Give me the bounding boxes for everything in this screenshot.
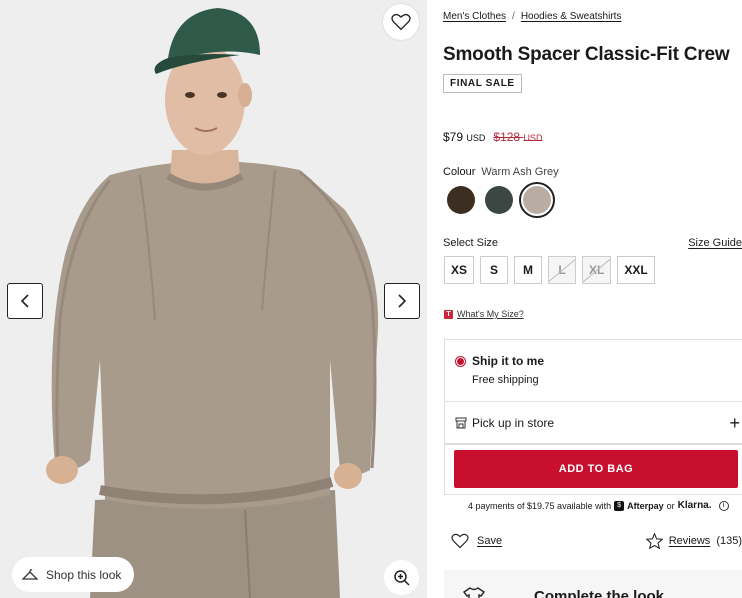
payment-text: 4 payments of $19.75 available with: [468, 500, 612, 511]
swatch-dark-green[interactable]: [485, 186, 513, 214]
ship-option[interactable]: Ship it to me Free shipping: [445, 340, 742, 402]
pickup-option[interactable]: Pick up in store +: [445, 402, 742, 444]
swatch-brown[interactable]: [447, 186, 475, 214]
size-xl[interactable]: XL: [582, 256, 612, 284]
heart-icon: [391, 13, 411, 31]
colour-label: Colour: [443, 166, 476, 178]
breadcrumb-link-hoodies[interactable]: Hoodies & Sweatshirts: [521, 11, 622, 22]
store-icon: [455, 417, 467, 429]
price-original: $128 USD: [493, 130, 543, 144]
select-size-label: Select Size: [443, 237, 499, 249]
afterpay-label: Afterpay: [627, 500, 664, 511]
heart-icon: [451, 533, 469, 549]
reviews-link[interactable]: Reviews (135): [645, 533, 742, 549]
save-button[interactable]: Save: [451, 533, 502, 549]
shop-this-look-label: Shop this look: [46, 567, 122, 582]
size-header: Select Size Size Guide: [443, 237, 742, 249]
payment-options: 4 payments of $19.75 available with $ Af…: [468, 500, 729, 511]
pickup-label: Pick up in store: [472, 416, 555, 430]
whats-my-size: T What's My Size?: [444, 309, 524, 319]
product-photo: [0, 0, 427, 598]
price-current: $79 USD: [443, 130, 486, 144]
klarna-label: Klarna.: [677, 500, 712, 511]
afterpay-icon: $: [614, 500, 625, 511]
product-gallery: Shop this look: [0, 0, 427, 598]
colour-selected-name: Warm Ash Grey: [481, 166, 559, 178]
product-title: Smooth Spacer Classic-Fit Crew: [443, 44, 730, 65]
size-l[interactable]: L: [548, 256, 577, 284]
size-s[interactable]: S: [480, 256, 509, 284]
complete-the-look-title: Complete the look: [534, 588, 665, 598]
hanger-icon: [22, 568, 38, 580]
chevron-left-icon: [20, 294, 29, 308]
ship-radio[interactable]: [455, 356, 466, 367]
shop-this-look-button[interactable]: Shop this look: [12, 557, 135, 592]
gallery-next-button[interactable]: [384, 283, 420, 319]
chevron-right-icon: [398, 294, 407, 308]
zoom-in-icon: [393, 569, 410, 586]
size-options: XS S M L XL XXL: [444, 256, 655, 284]
final-sale-badge: FINAL SALE: [443, 74, 522, 93]
breadcrumb-link-mens-clothes[interactable]: Men's Clothes: [443, 11, 506, 22]
add-to-bag-button[interactable]: ADD TO BAG: [454, 450, 738, 488]
ship-title: Ship it to me: [472, 354, 544, 368]
info-icon[interactable]: i: [718, 500, 729, 511]
gallery-prev-button[interactable]: [7, 283, 43, 319]
star-icon: [645, 533, 663, 549]
size-xs[interactable]: XS: [444, 256, 475, 284]
colour-label-row: Colour Warm Ash Grey: [443, 166, 559, 178]
breadcrumb: Men's Clothes / Hoodies & Sweatshirts: [443, 11, 621, 22]
swatch-warm-ash-grey[interactable]: [519, 182, 555, 218]
zoom-button[interactable]: [384, 560, 419, 595]
complete-the-look: Complete the look: [444, 570, 742, 598]
size-m[interactable]: M: [514, 256, 543, 284]
colour-swatches: [447, 182, 555, 218]
payment-or: or: [666, 500, 675, 511]
ship-subtitle: Free shipping: [472, 374, 539, 386]
price: $79 USD $128 USD: [443, 130, 542, 144]
product-info: Men's Clothes / Hoodies & Sweatshirts Sm…: [443, 0, 742, 598]
size-xxl[interactable]: XXL: [617, 256, 655, 284]
reviews-label: Reviews: [668, 535, 711, 547]
reviews-count: (135): [716, 535, 742, 547]
whats-my-size-link[interactable]: What's My Size?: [457, 309, 524, 319]
save-label: Save: [477, 535, 503, 547]
true-fit-icon: T: [444, 309, 453, 319]
shirt-icon: [462, 587, 486, 598]
plus-icon[interactable]: +: [729, 413, 740, 434]
size-guide-link[interactable]: Size Guide: [688, 237, 742, 249]
fulfillment-options: Ship it to me Free shipping Pick up in s…: [444, 339, 742, 445]
breadcrumb-separator: /: [512, 11, 515, 22]
favorite-button[interactable]: [383, 4, 419, 40]
